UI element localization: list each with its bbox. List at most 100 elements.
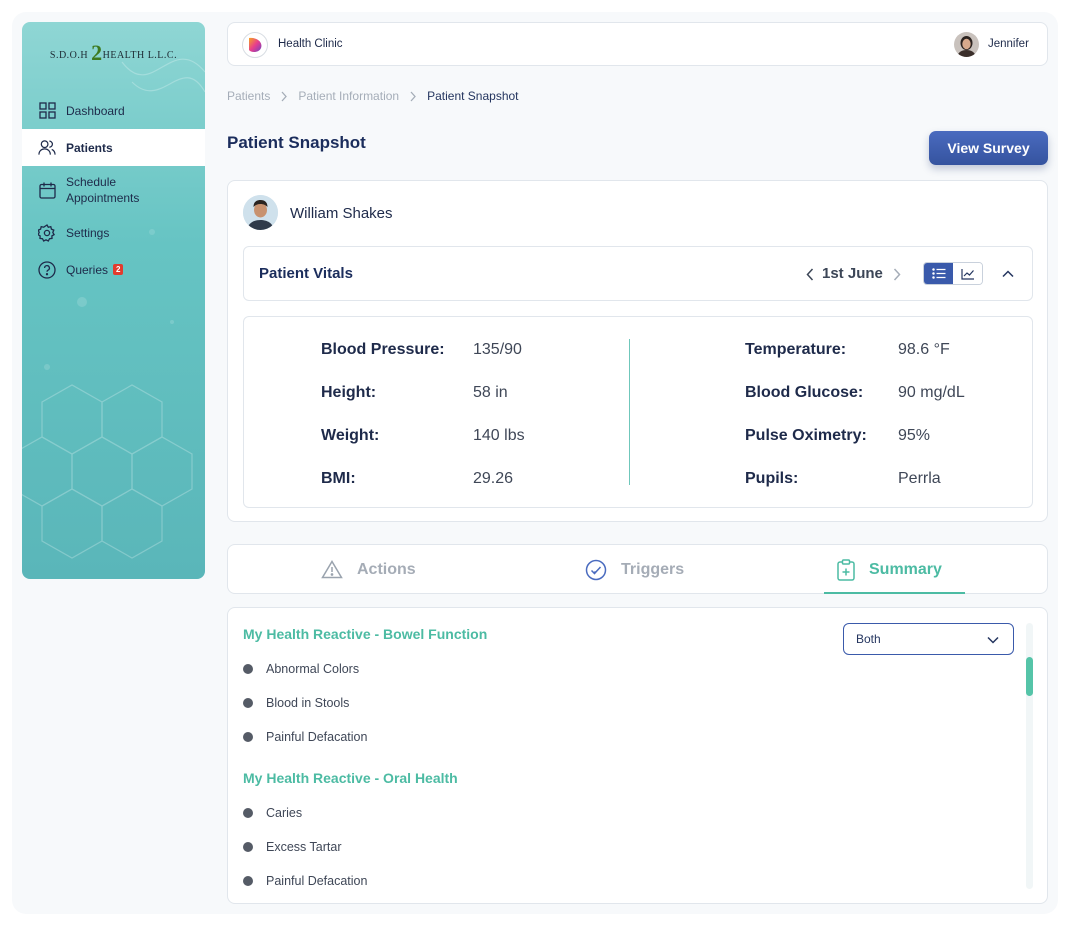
chevron-down-icon: [987, 633, 999, 647]
vitals-header: Patient Vitals 1st June: [243, 246, 1033, 301]
calendar-icon: [38, 181, 56, 199]
bullet-dot: [243, 876, 253, 886]
users-icon: [38, 139, 56, 157]
chevron-right-icon: [280, 91, 288, 102]
logo-prefix: S.D.O.H: [49, 50, 89, 61]
scrollbar-thumb[interactable]: [1026, 657, 1033, 696]
clipboard-plus-icon: [837, 558, 855, 581]
user-avatar[interactable]: [954, 32, 979, 57]
warning-triangle-icon: [321, 560, 343, 579]
vital-value: 95%: [898, 427, 931, 444]
list-item: Painful Defacation: [243, 730, 367, 744]
queries-count-badge: 2: [113, 264, 124, 275]
vital-value: 29.26: [473, 470, 514, 487]
section-title: My Health Reactive - Oral Health: [243, 770, 458, 786]
grid-icon: [38, 102, 56, 120]
list-item: Blood in Stools: [243, 696, 349, 710]
vital-value: 98.6 °F: [898, 341, 950, 358]
help-circle-icon: [38, 260, 56, 279]
list-item-label: Excess Tartar: [266, 840, 342, 854]
view-survey-button[interactable]: View Survey: [929, 131, 1048, 165]
list-item-label: Blood in Stools: [266, 696, 350, 710]
vital-label: BMI:: [321, 470, 356, 487]
sidebar-item-label: Queries: [66, 262, 109, 277]
vital-label: Temperature:: [745, 341, 847, 358]
gear-icon: [38, 223, 56, 242]
app-logo-icon[interactable]: [242, 32, 268, 58]
active-tab-indicator: [824, 592, 965, 594]
tab-summary[interactable]: Summary: [837, 545, 942, 594]
chevron-right-icon: [409, 91, 417, 102]
vital-label: Pupils:: [745, 470, 799, 487]
logo-number: 2: [91, 40, 103, 65]
tab-triggers[interactable]: Triggers: [585, 545, 684, 594]
sidebar-nav: Dashboard Patients Schedule Appointments…: [22, 92, 205, 288]
vital-value: 58 in: [473, 384, 508, 401]
sidebar-item-queries[interactable]: Queries 2: [22, 251, 205, 288]
vital-value: 135/90: [473, 341, 522, 358]
vital-label: Height:: [321, 384, 377, 401]
sidebar-item-patients[interactable]: Patients: [22, 129, 205, 166]
list-item-label: Painful Defacation: [266, 874, 368, 888]
tab-actions[interactable]: Actions: [321, 545, 416, 594]
sidebar-item-label: Patients: [66, 140, 113, 155]
sidebar-item-label: Schedule Appointments: [66, 175, 140, 205]
list-view-icon[interactable]: [924, 263, 953, 284]
vital-value: 90 mg/dL: [898, 384, 965, 401]
list-item-label: Caries: [266, 806, 303, 820]
chevron-left-icon[interactable]: [802, 265, 818, 283]
vitals-title: Patient Vitals: [259, 265, 353, 282]
vitals-view-toggle: [923, 262, 983, 285]
sidebar-item-schedule[interactable]: Schedule Appointments: [22, 166, 205, 214]
vitals-divider: [629, 339, 630, 485]
vital-label: Pulse Oximetry:: [745, 427, 867, 444]
breadcrumb-patient-information[interactable]: Patient Information: [298, 89, 399, 103]
summary-filter-select[interactable]: Both: [843, 623, 1014, 655]
tab-label: Triggers: [621, 560, 685, 578]
chart-view-icon[interactable]: [953, 263, 982, 284]
vital-label: Weight:: [321, 427, 380, 444]
bullet-dot: [243, 732, 253, 742]
sidebar-item-label: Dashboard: [66, 103, 125, 118]
breadcrumb-patients[interactable]: Patients: [227, 89, 270, 103]
list-item-label: Abnormal Colors: [266, 662, 360, 676]
vitals-table: Blood Pressure: 135/90 Height: 58 in Wei…: [243, 316, 1033, 508]
sidebar-item-label: Settings: [66, 225, 110, 240]
bullet-dot: [243, 698, 253, 708]
list-item: Excess Tartar: [243, 840, 342, 854]
user-name[interactable]: Jennifer: [988, 38, 1029, 50]
bullet-dot: [243, 664, 253, 674]
patient-avatar: [243, 195, 278, 230]
vital-value: 140 lbs: [473, 427, 525, 444]
list-item-label: Painful Defacation: [266, 730, 368, 744]
sidebar-item-settings[interactable]: Settings: [22, 214, 205, 251]
chevron-up-icon[interactable]: [998, 264, 1018, 284]
patient-name: William Shakes: [290, 205, 393, 222]
summary-panel: My Health Reactive - Bowel Function Abno…: [227, 607, 1048, 904]
breadcrumb-current: Patient Snapshot: [427, 89, 519, 103]
page-title: Patient Snapshot: [227, 133, 366, 152]
snapshot-tabs: Actions Triggers Summary: [227, 544, 1048, 594]
top-bar: Health Clinic Jennifer: [227, 22, 1048, 66]
chevron-right-icon[interactable]: [889, 265, 905, 283]
tab-label: Summary: [869, 560, 942, 578]
section-title: My Health Reactive - Bowel Function: [243, 626, 488, 642]
list-item: Painful Defacation: [243, 874, 367, 888]
breadcrumb: Patients Patient Information Patient Sna…: [227, 89, 519, 103]
brand-logo: S.D.O.H 2HEALTH L.L.C.: [22, 40, 205, 66]
vital-value: Perrla: [898, 470, 941, 487]
tab-label: Actions: [357, 560, 416, 578]
bullet-dot: [243, 808, 253, 818]
summary-filter-value: Both: [856, 632, 881, 646]
sidebar: S.D.O.H 2HEALTH L.L.C. Dashboard Patient…: [22, 22, 205, 579]
vital-label: Blood Pressure:: [321, 341, 445, 358]
patient-card: William Shakes Patient Vitals 1st June B…: [227, 180, 1048, 522]
vitals-date: 1st June: [822, 265, 883, 282]
sidebar-item-dashboard[interactable]: Dashboard: [22, 92, 205, 129]
logo-suffix: HEALTH L.L.C.: [102, 50, 178, 61]
check-circle-icon: [585, 559, 607, 581]
list-item: Abnormal Colors: [243, 662, 359, 676]
vital-label: Blood Glucose:: [745, 384, 864, 401]
bullet-dot: [243, 842, 253, 852]
list-item: Caries: [243, 806, 302, 820]
